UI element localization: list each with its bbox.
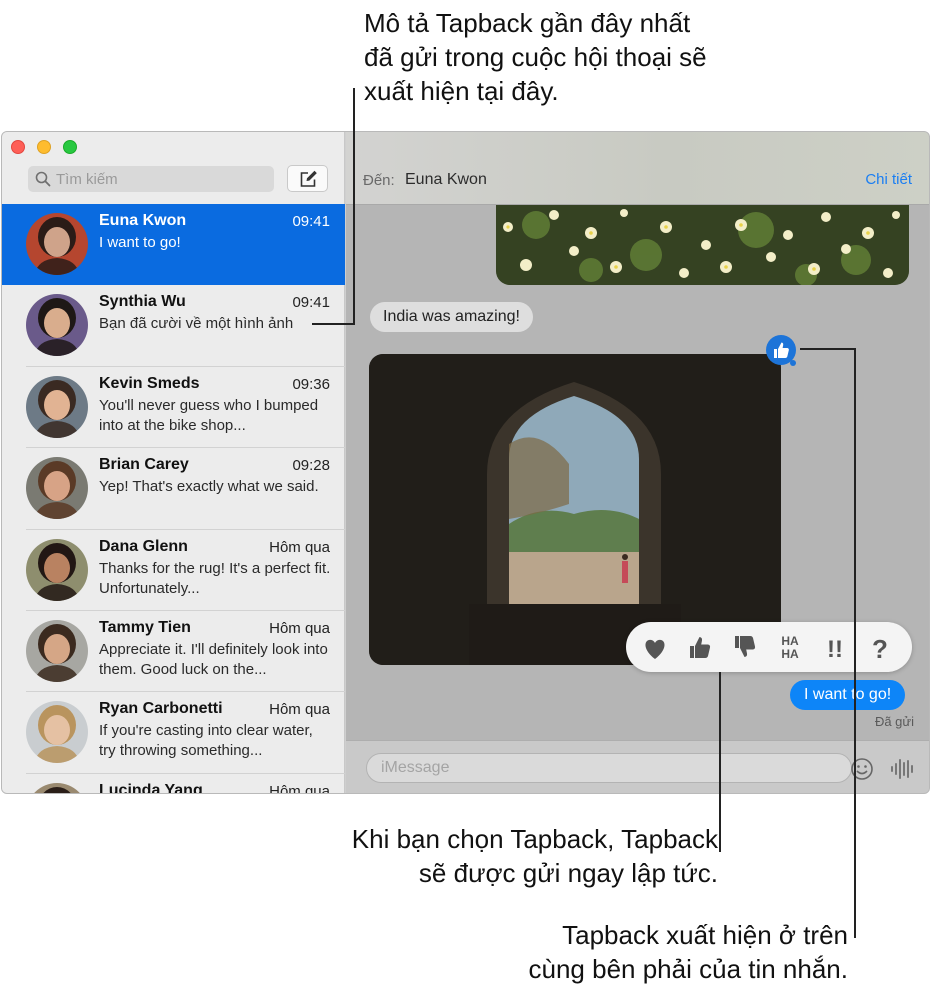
tapback-picker: HA HA!!?	[626, 622, 912, 672]
avatar	[26, 701, 88, 764]
compose-bar	[346, 740, 929, 793]
flower-photo-message[interactable]	[496, 205, 909, 285]
callout-tapback-sent: Khi bạn chọn Tapback, Tapback sẽ được gử…	[270, 822, 718, 890]
callout-tapback-position: Tapback xuất hiện ở trên cùng bên phải c…	[430, 918, 848, 986]
callout-line: đã gửi trong cuộc hội thoại sẽ	[364, 42, 707, 72]
thumbs-up-tapback-badge-icon[interactable]	[765, 334, 797, 366]
avatar	[26, 619, 88, 682]
minimize-window-button[interactable]	[37, 140, 51, 154]
question-tapback-icon[interactable]: ?	[863, 630, 897, 664]
arch-photo-message[interactable]	[369, 354, 781, 665]
contact-name: Ryan Carbonetti	[99, 700, 223, 718]
message-time: Hôm qua	[269, 701, 330, 719]
conversation-item[interactable]: Euna Kwon 09:41 I want to go!	[2, 204, 345, 286]
message-time: Hôm qua	[269, 782, 330, 794]
audio-message-icon[interactable]	[890, 758, 916, 780]
leader-line	[719, 672, 721, 852]
leader-line	[800, 348, 856, 350]
message-time: Hôm qua	[269, 619, 330, 637]
avatar	[26, 213, 88, 275]
search-field[interactable]	[28, 166, 274, 192]
contact-name: Dana Glenn	[99, 537, 188, 555]
leader-line	[854, 348, 856, 938]
message-preview: I want to go!	[99, 234, 181, 251]
message-preview: If you're casting into clear water, try …	[99, 722, 313, 760]
compose-icon	[300, 170, 317, 187]
exclamation-tapback-icon[interactable]: !!	[818, 630, 852, 664]
conversation-item[interactable]: Kevin Smeds 09:36 You'll never guess who I…	[2, 367, 345, 449]
message-time: 09:41	[292, 213, 330, 230]
message-time: 09:28	[292, 457, 330, 475]
message-time: 09:36	[292, 375, 330, 393]
contact-name: Tammy Tien	[99, 618, 191, 636]
conversation-item[interactable]: Brian Carey 09:28 Yep! That's exactly what…	[2, 448, 345, 530]
svg-text:HA: HA	[781, 634, 799, 648]
arch-photo	[369, 354, 781, 665]
message-preview: Thanks for the rug! It's a perfect fit. …	[99, 559, 331, 597]
to-label: Đến:	[363, 172, 395, 189]
conversation-item[interactable]: Synthia Wu 09:41 Bạn đã cười về một hình ả…	[2, 285, 345, 367]
delivery-status: Đã gửi	[874, 714, 914, 729]
conversation-item[interactable]: Dana Glenn Hôm qua Thanks for the rug! It'…	[2, 530, 345, 611]
callout-line: Mô tả Tapback gần đây nhất	[364, 8, 691, 38]
conversation-list: Euna Kwon 09:41 I want to go! Synthia Wu 09:…	[2, 204, 345, 794]
leader-line	[353, 88, 355, 324]
message-preview: You'll never guess who I bumped into at …	[99, 396, 319, 434]
svg-text:?: ?	[872, 634, 888, 664]
contact-name: Kevin Smeds	[99, 374, 200, 392]
recipient-name[interactable]: Euna Kwon	[405, 171, 487, 189]
message-time: Hôm qua	[269, 538, 330, 556]
close-window-button[interactable]	[11, 140, 25, 154]
thumbs-down-tapback-icon[interactable]	[728, 630, 762, 664]
contact-name: Synthia Wu	[99, 293, 186, 311]
callout-line: xuất hiện tại đây.	[364, 76, 559, 106]
callout-line: Khi bạn chọn Tapback, Tapback	[351, 824, 718, 854]
search-icon	[35, 171, 51, 187]
sidebar: Euna Kwon 09:41 I want to go! Synthia Wu 09:…	[2, 132, 345, 793]
conversation-item[interactable]: Lucinda Yang Hôm qua	[2, 774, 345, 794]
conversation-pane: Đến: Euna Kwon Chi tiết India was amazin…	[346, 132, 929, 793]
compose-button[interactable]	[287, 165, 328, 192]
message-input[interactable]	[366, 753, 852, 783]
heart-tapback-icon[interactable]	[638, 630, 672, 664]
contact-name: Lucinda Yang	[99, 781, 203, 794]
conversation-item[interactable]: Ryan Carbonetti Hôm qua If you're casting …	[2, 692, 345, 774]
sent-message-bubble[interactable]: I want to go!	[790, 680, 906, 710]
conversation-header: Đến: Euna Kwon Chi tiết	[346, 132, 929, 205]
contact-name: Brian Carey	[99, 456, 189, 474]
search-input[interactable]	[56, 166, 266, 192]
svg-text:!!: !!	[827, 636, 843, 663]
message-preview: Yep! That's exactly what we said.	[99, 478, 319, 496]
maximize-window-button[interactable]	[63, 140, 77, 154]
callout-line: Tapback xuất hiện ở trên	[562, 920, 848, 950]
avatar	[26, 538, 88, 601]
message-time: 09:41	[292, 294, 330, 312]
avatar	[26, 457, 88, 520]
thumbs-up-tapback-icon[interactable]	[683, 630, 717, 664]
avatar	[26, 782, 88, 793]
flower-photo	[496, 205, 909, 285]
received-message-bubble[interactable]: India was amazing!	[370, 302, 533, 332]
avatar	[26, 294, 88, 357]
message-preview: Appreciate it. I'll definitely look into…	[99, 640, 328, 678]
leader-line	[312, 323, 355, 325]
avatar	[26, 375, 88, 438]
haha-tapback-icon[interactable]: HAHA	[773, 630, 807, 664]
conversation-item[interactable]: Tammy Tien Hôm qua Appreciate it. I'll def…	[2, 611, 345, 693]
svg-text:HA: HA	[781, 647, 799, 661]
callout-line: cùng bên phải của tin nhắn.	[528, 954, 848, 984]
callout-line: sẽ được gửi ngay lập tức.	[418, 858, 718, 888]
messages-window: Euna Kwon 09:41 I want to go! Synthia Wu 09:…	[1, 131, 930, 794]
contact-name: Euna Kwon	[99, 212, 187, 229]
details-button[interactable]: Chi tiết	[865, 171, 912, 188]
callout-recent-tapback: Mô tả Tapback gần đây nhất đã gửi trong …	[364, 6, 784, 108]
message-preview: Bạn đã cười về một hình ảnh	[99, 315, 294, 333]
